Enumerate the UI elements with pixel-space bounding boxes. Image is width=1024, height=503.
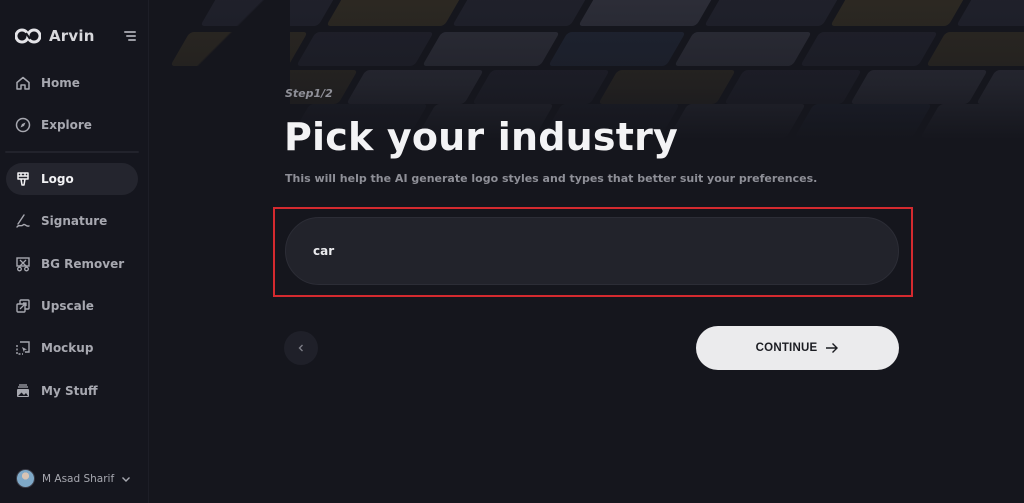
arrow-right-icon	[826, 343, 839, 353]
user-name: M Asad Sharif	[42, 472, 115, 485]
sidebar-item-mockup[interactable]: Mockup	[6, 332, 138, 364]
menu-toggle-icon[interactable]	[124, 31, 136, 41]
sidebar-item-my-stuff[interactable]: My Stuff	[6, 375, 138, 407]
sidebar: Arvin Home Explore Logo Signature BG Rem…	[0, 0, 149, 503]
sidebar-item-label: Signature	[41, 214, 108, 228]
upscale-icon	[15, 298, 31, 314]
main-content: Step1/2 Pick your industry This will hel…	[150, 0, 1024, 503]
continue-label: CONTINUE	[755, 342, 818, 354]
user-menu[interactable]: M Asad Sharif	[16, 469, 131, 488]
avatar	[16, 469, 35, 488]
industry-input-container	[285, 217, 899, 285]
brush-icon	[15, 171, 31, 187]
sidebar-item-home[interactable]: Home	[6, 67, 138, 99]
gallery-icon	[15, 383, 31, 399]
signature-icon	[15, 213, 31, 229]
brand[interactable]: Arvin	[15, 26, 95, 46]
step-indicator: Step1/2	[285, 87, 333, 100]
chevron-left-icon	[298, 344, 303, 352]
sidebar-item-label: Mockup	[41, 341, 94, 355]
sidebar-item-label: Upscale	[41, 299, 94, 313]
sidebar-item-logo[interactable]: Logo	[6, 163, 138, 195]
industry-input[interactable]	[286, 218, 898, 284]
sidebar-item-signature[interactable]: Signature	[6, 205, 138, 237]
mockup-icon	[15, 340, 31, 356]
page-title: Pick your industry	[284, 115, 679, 159]
sidebar-item-label: Logo	[41, 172, 74, 186]
compass-icon	[15, 117, 31, 133]
sidebar-divider	[5, 151, 139, 153]
page-subtitle: This will help the AI generate logo styl…	[285, 172, 818, 185]
brand-name: Arvin	[49, 27, 95, 45]
sidebar-item-bg-remover[interactable]: BG Remover	[6, 248, 138, 280]
chevron-down-icon	[122, 476, 131, 482]
sidebar-item-label: Home	[41, 76, 80, 90]
sidebar-item-upscale[interactable]: Upscale	[6, 290, 138, 322]
back-button[interactable]	[284, 331, 318, 365]
bg-remover-icon	[15, 256, 31, 272]
home-icon	[15, 75, 31, 91]
sidebar-item-explore[interactable]: Explore	[6, 109, 138, 141]
sidebar-item-label: BG Remover	[41, 257, 125, 271]
sidebar-item-label: My Stuff	[41, 384, 98, 398]
app: Arvin Home Explore Logo Signature BG Rem…	[0, 0, 1024, 503]
continue-button[interactable]: CONTINUE	[696, 326, 899, 370]
infinity-logo-icon	[15, 28, 41, 44]
sidebar-item-label: Explore	[41, 118, 92, 132]
